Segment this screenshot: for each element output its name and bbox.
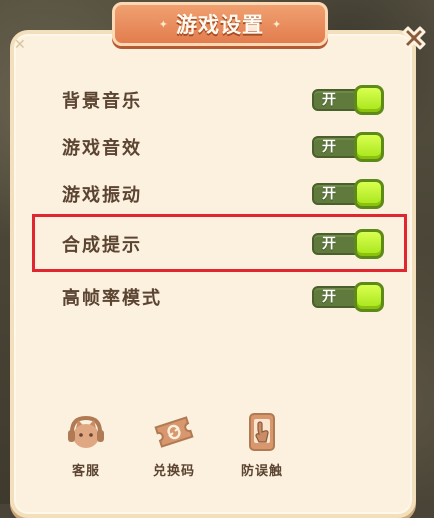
toggle-knob: [354, 132, 384, 162]
dialog-title: 游戏设置: [176, 13, 264, 37]
customer-service-button[interactable]: 客服: [56, 410, 116, 480]
setting-row-high-framerate: 高帧率模式 开: [62, 280, 386, 314]
redeem-code-label: 兑换码: [152, 464, 195, 479]
toggle-knob: [354, 229, 384, 259]
setting-label: 游戏振动: [62, 185, 142, 206]
close-icon: [402, 26, 426, 50]
anti-mistouch-label: 防误触: [240, 464, 283, 479]
sparkle-left-icon: ✦: [158, 17, 168, 31]
corner-decoration-icon: ✕: [14, 37, 26, 53]
toggle-state-text: 开: [322, 139, 336, 155]
redeem-ticket-icon: [154, 416, 194, 448]
toggle-state-text: 开: [322, 236, 336, 252]
setting-label: 背景音乐: [62, 91, 142, 112]
customer-service-label: 客服: [71, 464, 100, 479]
toggle-knob: [354, 85, 384, 115]
setting-label: 高帧率模式: [62, 288, 162, 309]
anti-mistouch-button[interactable]: 防误触: [232, 410, 292, 480]
setting-row-sound-effects: 游戏音效 开: [62, 130, 386, 164]
vibration-toggle[interactable]: 开: [312, 179, 386, 209]
setting-row-background-music: 背景音乐 开: [62, 83, 386, 117]
sparkle-right-icon: ✦: [272, 17, 282, 31]
setting-label: 合成提示: [62, 235, 142, 256]
toggle-state-text: 开: [322, 92, 336, 108]
setting-row-merge-hint: 合成提示 开: [62, 227, 386, 261]
toggle-state-text: 开: [322, 289, 336, 305]
high-framerate-toggle[interactable]: 开: [312, 282, 386, 312]
toggle-knob: [354, 179, 384, 209]
redeem-code-button[interactable]: 兑换码: [144, 410, 204, 480]
anti-mistouch-icon: [249, 413, 275, 451]
title-banner: ✦ 游戏设置 ✦: [101, 2, 339, 46]
setting-label: 游戏音效: [62, 138, 142, 159]
background-music-toggle[interactable]: 开: [312, 85, 386, 115]
setting-row-vibration: 游戏振动 开: [62, 177, 386, 211]
merge-hint-toggle[interactable]: 开: [312, 229, 386, 259]
toggle-knob: [354, 282, 384, 312]
sound-effects-toggle[interactable]: 开: [312, 132, 386, 162]
customer-service-icon: [68, 415, 104, 448]
toggle-state-text: 开: [322, 186, 336, 202]
close-button[interactable]: [394, 18, 434, 58]
